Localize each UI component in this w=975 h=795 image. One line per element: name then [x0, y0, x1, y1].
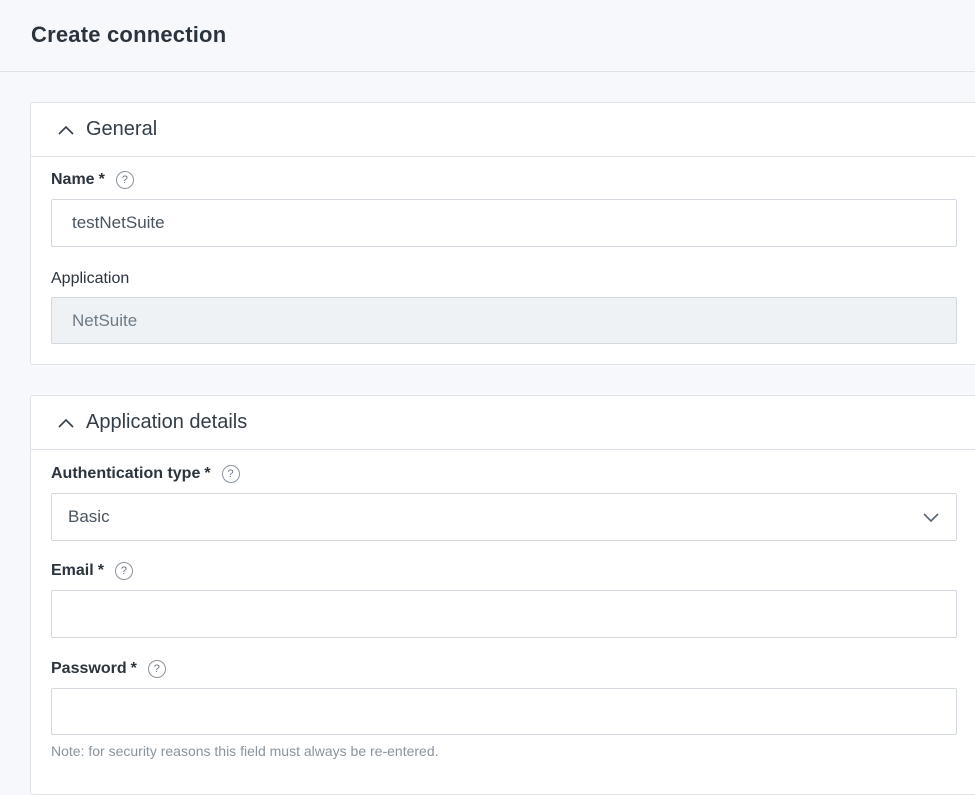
password-note: Note: for security reasons this field mu… [51, 743, 439, 759]
email-label-text: Email [51, 562, 94, 579]
password-input[interactable] [51, 688, 957, 735]
chevron-down-icon [923, 513, 939, 523]
help-icon[interactable]: ? [115, 171, 134, 189]
page-header: Create connection [0, 0, 975, 72]
general-panel-title: General [86, 118, 158, 140]
auth-type-select[interactable]: Basic [51, 493, 957, 541]
page-title: Create connection [31, 22, 227, 47]
password-required-mark: * [130, 660, 137, 677]
email-label: Email * ? [51, 562, 133, 580]
chevron-up-icon [58, 125, 74, 135]
password-label-text: Password [51, 660, 127, 677]
name-label-text: Name [51, 171, 95, 188]
name-input[interactable] [51, 199, 957, 247]
auth-type-label-text: Authentication type [51, 465, 201, 482]
application-details-panel-title: Application details [86, 411, 248, 433]
help-icon[interactable]: ? [147, 660, 166, 678]
application-details-panel-header[interactable]: Application details [31, 396, 975, 450]
password-label: Password * ? [51, 660, 166, 678]
help-icon[interactable]: ? [114, 562, 133, 580]
general-panel-header[interactable]: General [31, 103, 975, 157]
name-required-mark: * [98, 171, 105, 188]
general-panel: General Name * ? Application [30, 102, 975, 365]
auth-type-selected-value: Basic [68, 507, 110, 526]
application-details-panel: Application details Authentication type … [30, 395, 975, 795]
help-icon[interactable]: ? [221, 465, 240, 483]
auth-type-required-mark: * [204, 465, 211, 482]
name-label: Name * ? [51, 171, 134, 189]
email-required-mark: * [97, 562, 104, 579]
application-input [51, 297, 957, 344]
email-input[interactable] [51, 590, 957, 638]
chevron-up-icon [58, 418, 74, 428]
application-label: Application [51, 270, 129, 288]
application-label-text: Application [51, 270, 130, 287]
auth-type-label: Authentication type * ? [51, 465, 240, 483]
